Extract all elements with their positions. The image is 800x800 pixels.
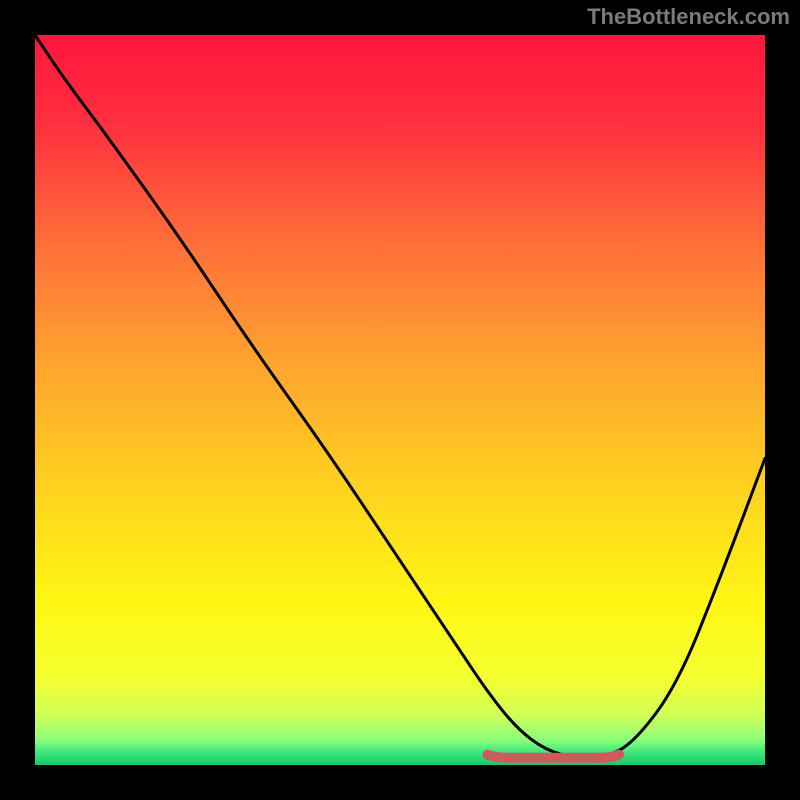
chart-container: TheBottleneck.com xyxy=(0,0,800,800)
watermark-label: TheBottleneck.com xyxy=(587,4,790,30)
gradient-background xyxy=(35,35,765,765)
